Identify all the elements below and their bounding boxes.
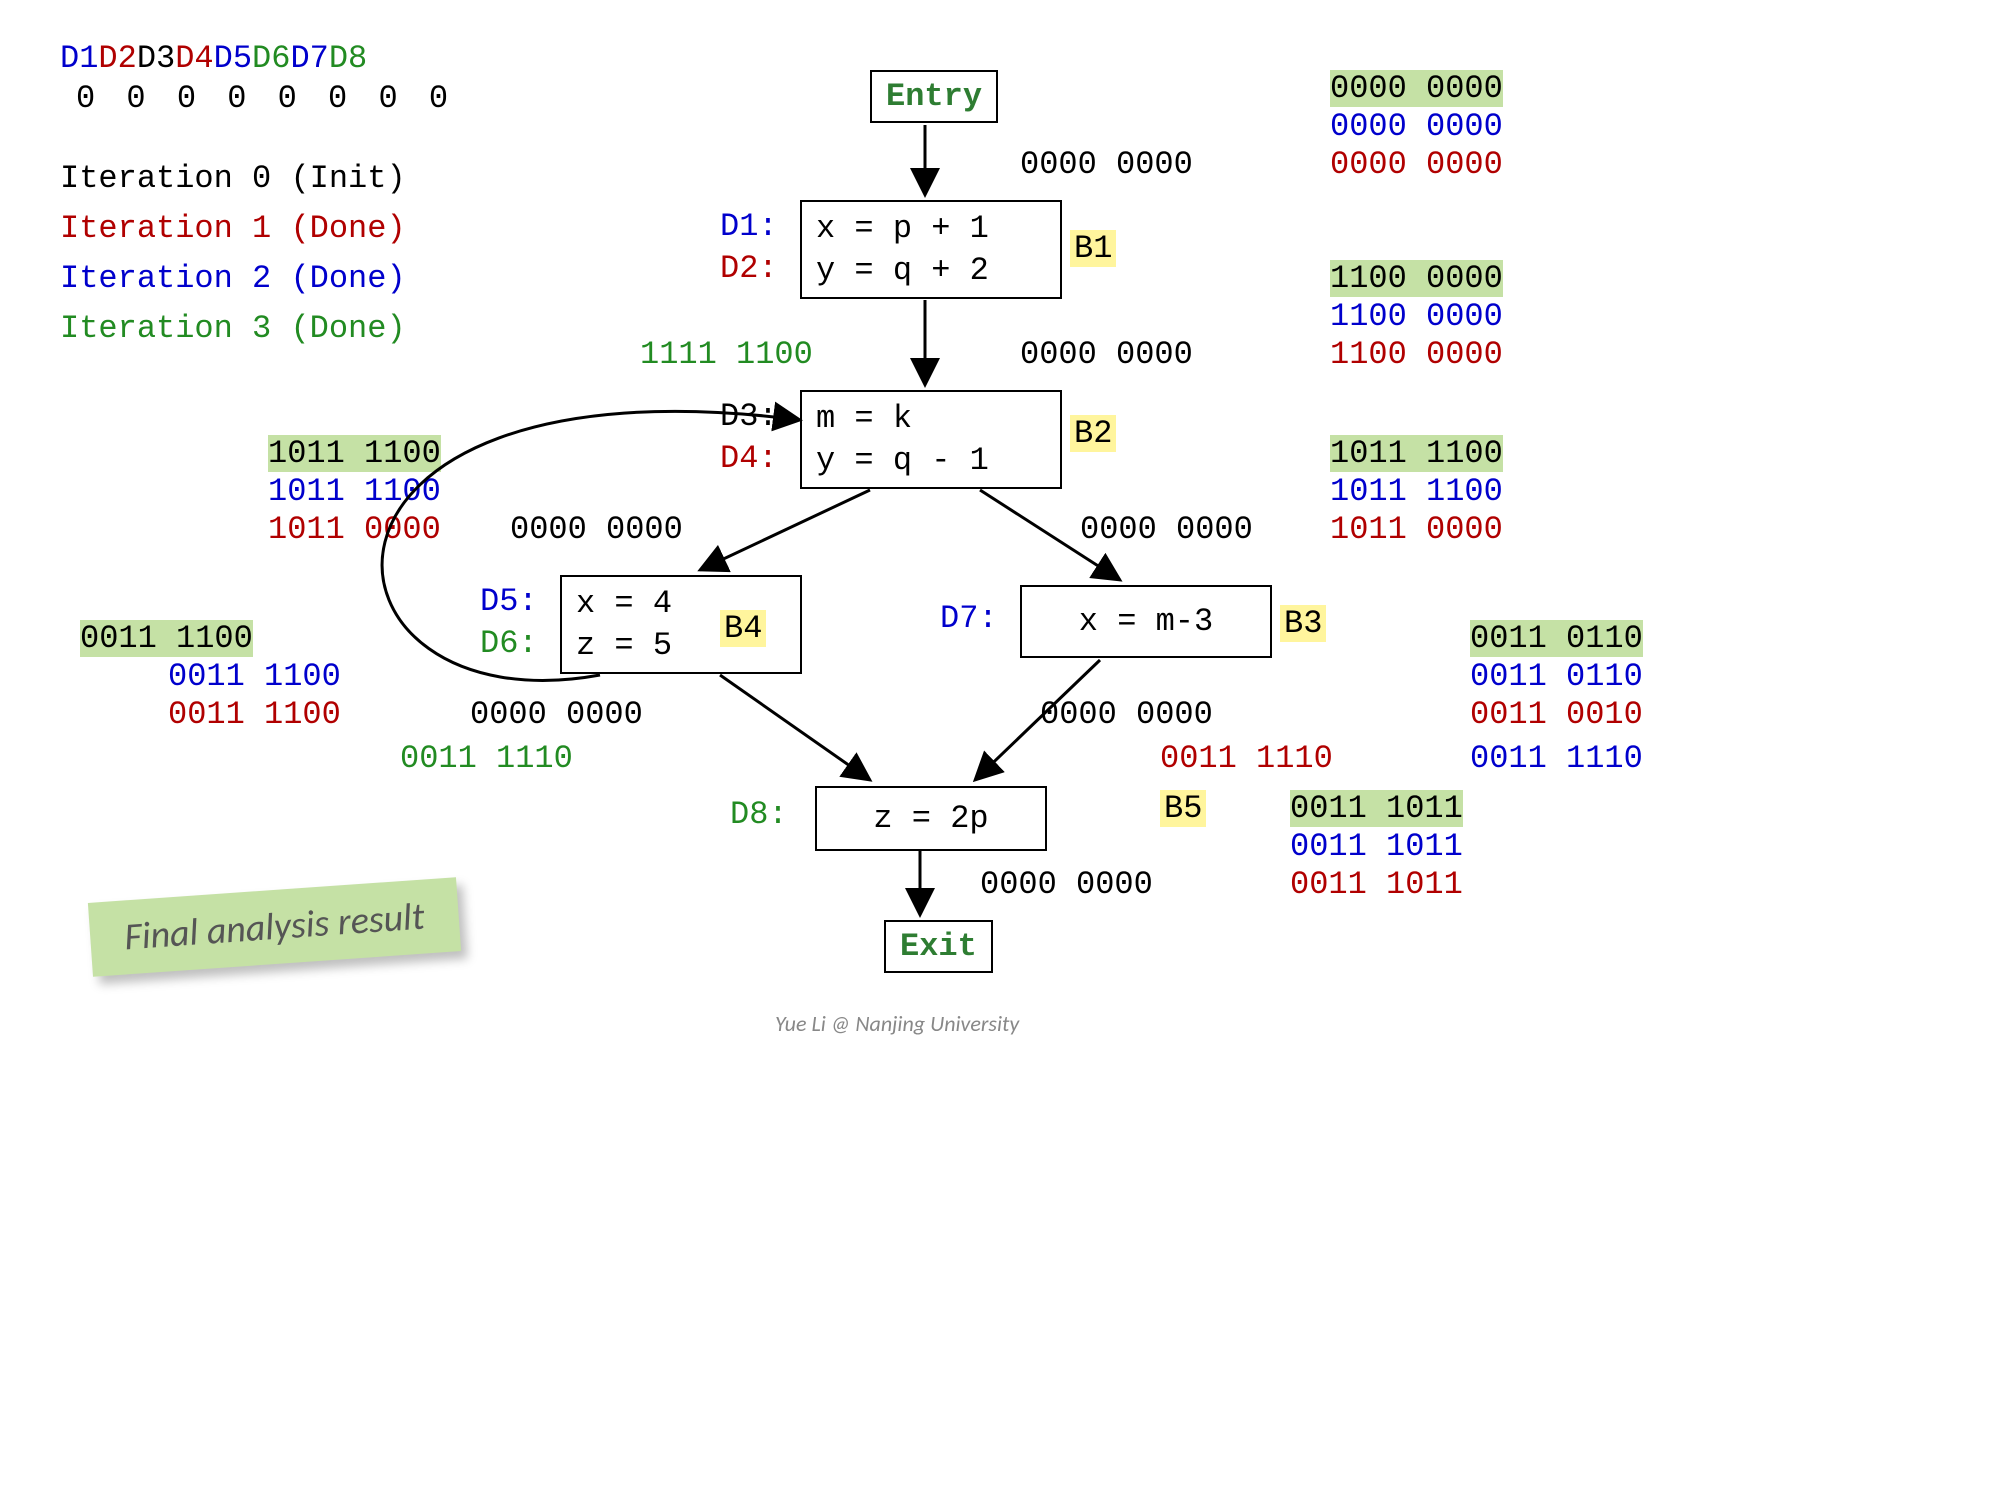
flow-arrows: [0, 0, 2000, 1500]
